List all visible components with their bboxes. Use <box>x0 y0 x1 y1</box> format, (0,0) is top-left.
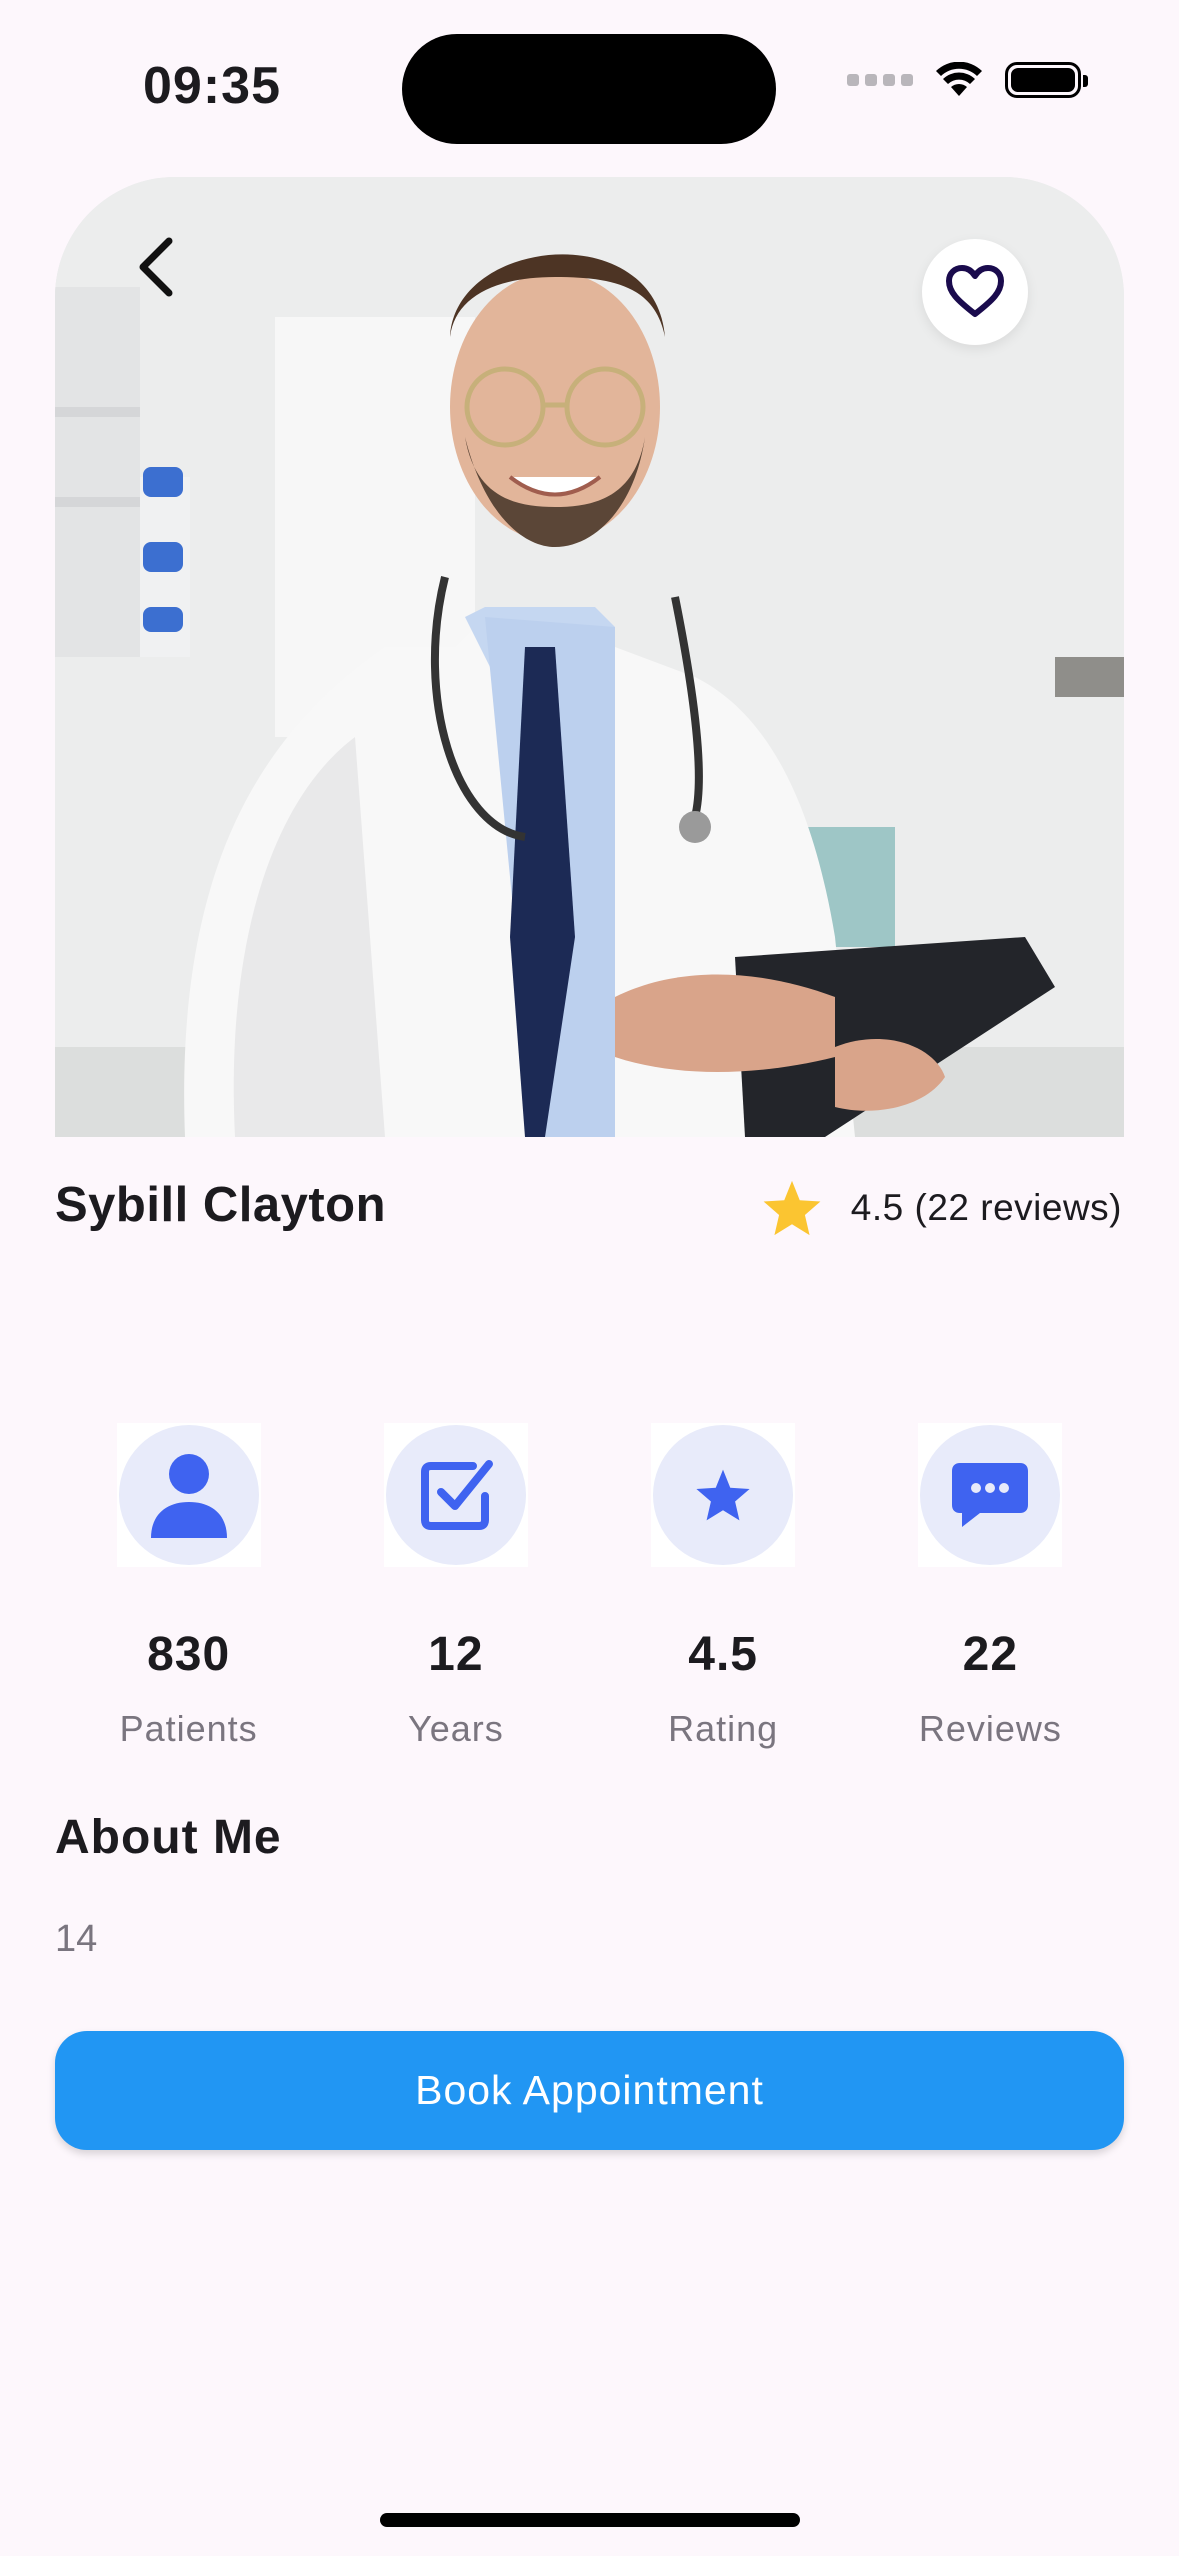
about-text: 14 <box>55 1918 98 1960</box>
stat-label: Patients <box>119 1708 258 1749</box>
stat-patients: 830 Patients <box>55 1423 322 1750</box>
stat-label: Rating <box>668 1708 779 1749</box>
favorite-button[interactable] <box>922 239 1028 345</box>
stat-years: 12 Years <box>322 1423 589 1750</box>
stat-rating: 4.5 Rating <box>590 1423 857 1750</box>
battery-icon <box>1005 62 1088 98</box>
stats-row: 830 Patients 12 Years 4.5 Rating 22 Revi… <box>55 1423 1124 1750</box>
doctor-photo <box>55 177 1124 1137</box>
heart-icon <box>946 265 1004 317</box>
rating-text: 4.5 (22 reviews) <box>850 1187 1122 1228</box>
person-icon <box>150 1454 227 1538</box>
dynamic-island <box>402 34 776 144</box>
rating-summary: 4.5 (22 reviews) <box>761 1178 1122 1238</box>
checkbox-icon <box>420 1460 493 1530</box>
about-title: About Me <box>55 1811 282 1864</box>
doctor-name: Sybill Clayton <box>55 1178 387 1232</box>
status-icons <box>847 62 1088 98</box>
chat-icon <box>952 1463 1029 1527</box>
stat-value: 12 <box>428 1628 484 1681</box>
home-indicator[interactable] <box>380 2513 800 2527</box>
wifi-icon <box>936 62 982 96</box>
stat-reviews: 22 Reviews <box>857 1423 1124 1750</box>
star-icon <box>696 1469 750 1521</box>
back-button[interactable] <box>115 227 195 307</box>
status-time: 09:35 <box>143 57 281 115</box>
chevron-left-icon <box>139 237 173 297</box>
stat-value: 4.5 <box>688 1628 758 1681</box>
book-appointment-button[interactable]: Book Appointment <box>55 2031 1124 2150</box>
stat-value: 830 <box>147 1628 231 1681</box>
stat-label: Years <box>408 1708 504 1749</box>
stat-label: Reviews <box>918 1708 1062 1749</box>
stat-value: 22 <box>962 1628 1019 1681</box>
cellular-signal-icon <box>847 74 913 86</box>
star-icon <box>763 1180 821 1236</box>
